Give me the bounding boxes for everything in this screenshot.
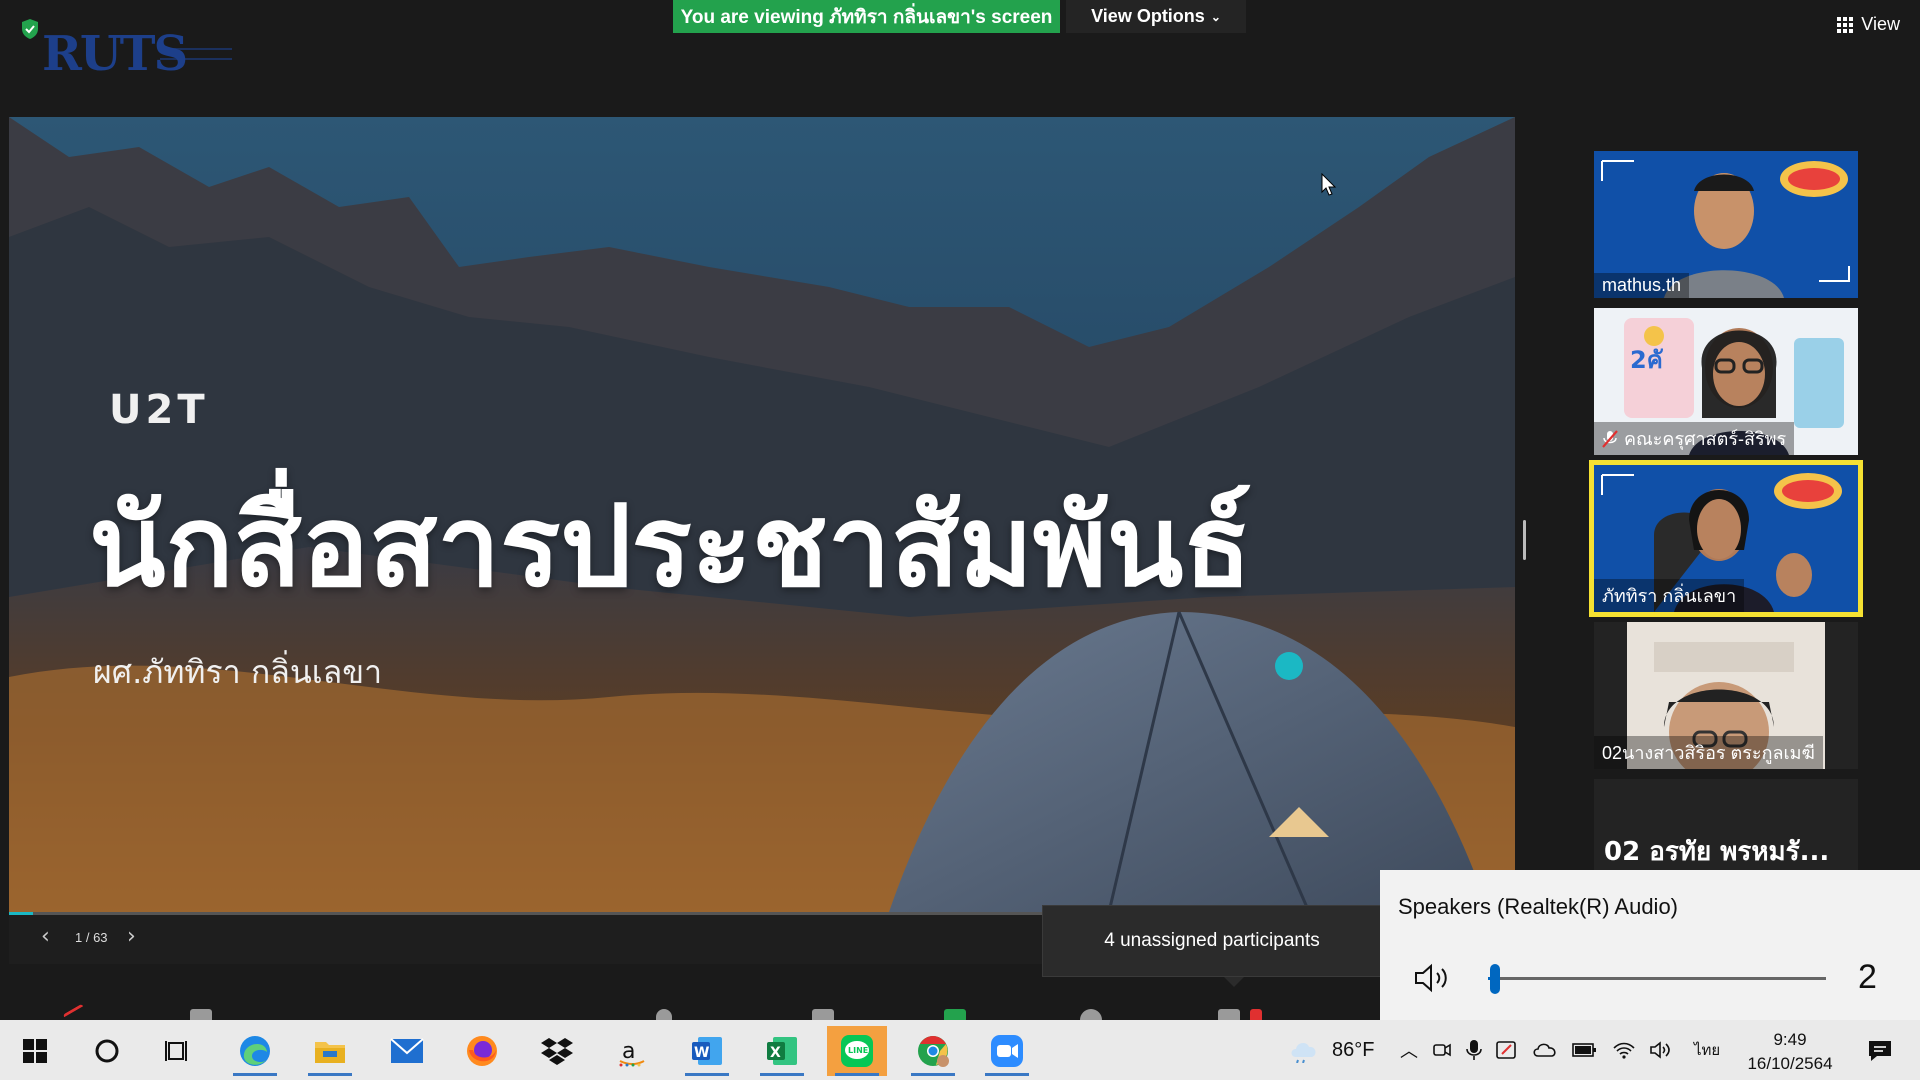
- view-options-button[interactable]: View Options ⌄: [1066, 0, 1246, 33]
- chevron-up-icon[interactable]: ︿: [1400, 1037, 1418, 1063]
- participant-name-label: mathus.th: [1594, 273, 1690, 298]
- input-language[interactable]: ไทย: [1694, 1038, 1720, 1062]
- zoom-icon: [991, 1035, 1023, 1067]
- clock-date: 16/10/2564: [1747, 1054, 1833, 1073]
- mail-icon: [390, 1038, 424, 1063]
- weather-temperature: 86°F: [1332, 1038, 1375, 1061]
- taskbar-word[interactable]: W: [677, 1026, 737, 1076]
- slide-subtitle: ผศ.ภัททิรา กลิ่นเลขา: [93, 653, 383, 691]
- taskbar-dropbox[interactable]: [527, 1026, 587, 1076]
- notification-icon: [1869, 1041, 1891, 1061]
- weather-cloud-icon: [1291, 1043, 1316, 1063]
- folder-icon: [315, 1042, 345, 1063]
- participant-tile[interactable]: 02 อรทัย พรหมรั...: [1594, 779, 1858, 871]
- zoom-window: RUTS You are viewing ภัททิรา กลิ่นเลขา's…: [0, 0, 1920, 1080]
- taskbar-firefox[interactable]: [452, 1026, 512, 1076]
- edge-icon: [240, 1036, 270, 1066]
- view-layout-button[interactable]: View: [1837, 14, 1900, 35]
- volume-tray-icon[interactable]: [1649, 1040, 1673, 1060]
- dropbox-icon: [541, 1038, 573, 1065]
- audio-device-name[interactable]: Speakers (Realtek(R) Audio): [1398, 894, 1678, 920]
- mouse-cursor-icon: [1321, 173, 1337, 196]
- slide-title: นักสื่อสารประชาสัมพันธ์: [89, 482, 1252, 612]
- weather-widget[interactable]: 86°F: [1288, 1020, 1374, 1080]
- volume-value: 2: [1858, 958, 1877, 996]
- system-tray: ︿ ไทย: [1400, 1020, 1720, 1080]
- excel-icon: X: [767, 1037, 797, 1065]
- taskbar-excel[interactable]: X: [752, 1026, 812, 1076]
- participant-name-placeholder: 02 อรทัย พรหมรั...: [1604, 837, 1830, 867]
- microphone-icon[interactable]: [1466, 1039, 1482, 1061]
- participant-tile[interactable]: 02นางสาวสิริอร ตระกูลเมฆี: [1594, 622, 1858, 769]
- laser-pointer-dot: [1275, 652, 1303, 680]
- windows-start-button[interactable]: [5, 1026, 65, 1076]
- task-view-button[interactable]: [148, 1026, 208, 1076]
- shared-screen[interactable]: U2T นักสื่อสารประชาสัมพันธ์ ผศ.ภัททิรา ก…: [9, 117, 1515, 912]
- taskbar-file-explorer[interactable]: [300, 1026, 360, 1076]
- toast-pointer: [1224, 977, 1244, 987]
- speaker-icon[interactable]: [1412, 962, 1452, 994]
- notification-center-button[interactable]: [1855, 1026, 1905, 1076]
- participant-tile[interactable]: mathus.th: [1594, 151, 1858, 298]
- taskbar-mail[interactable]: [377, 1026, 437, 1076]
- slide-counter: 1 / 63: [75, 930, 108, 945]
- meet-now-icon[interactable]: [1431, 1039, 1453, 1061]
- participant-tile[interactable]: 2คั คณะครุศาสตร์-สิริพร: [1594, 308, 1858, 455]
- panel-resize-handle[interactable]: [1523, 520, 1526, 560]
- chevron-right-icon[interactable]: ›: [127, 926, 136, 948]
- grid-icon: [1837, 16, 1854, 33]
- participant-name-label: 02นางสาวสิริอร ตระกูลเมฆี: [1594, 736, 1823, 769]
- amazon-icon: a: [619, 1039, 645, 1067]
- viewing-screen-banner: You are viewing ภัททิรา กลิ่นเลขา's scre…: [673, 0, 1060, 33]
- logo-subtext: [160, 48, 232, 60]
- participant-tile-active-speaker[interactable]: ภัททิรา กลิ่นเลขา: [1589, 460, 1863, 617]
- unassigned-participants-toast[interactable]: 4 unassigned participants: [1042, 905, 1382, 977]
- cortana-button[interactable]: [77, 1026, 137, 1076]
- word-icon: W: [692, 1037, 722, 1065]
- clock-time: 9:49: [1773, 1030, 1807, 1049]
- view-options-label: View Options: [1091, 6, 1205, 26]
- svg-text:X: X: [770, 1045, 781, 1061]
- pen-workspace-icon[interactable]: [1495, 1039, 1519, 1061]
- taskbar-edge[interactable]: [225, 1026, 285, 1076]
- view-layout-label: View: [1861, 14, 1900, 34]
- onedrive-cloud-icon[interactable]: [1532, 1040, 1558, 1060]
- taskbar-clock[interactable]: 9:49 16/10/2564: [1740, 1028, 1840, 1076]
- chevron-down-icon: ⌄: [1210, 9, 1221, 24]
- volume-slider-thumb[interactable]: [1489, 964, 1500, 994]
- slide-progress-fill: [9, 912, 34, 915]
- volume-flyout: Speakers (Realtek(R) Audio) 2: [1380, 870, 1920, 1020]
- participant-name-label: ภัททิรา กลิ่นเลขา: [1594, 579, 1745, 612]
- slide-brand: U2T: [109, 387, 209, 433]
- svg-text:W: W: [694, 1045, 709, 1061]
- volume-slider-track[interactable]: [1488, 977, 1826, 980]
- firefox-icon: [467, 1036, 497, 1066]
- wifi-icon[interactable]: [1612, 1040, 1636, 1060]
- chevron-left-icon[interactable]: ‹: [41, 926, 50, 948]
- task-view-icon: [165, 1041, 187, 1061]
- svg-text:a: a: [622, 1039, 635, 1064]
- cortana-circle-icon: [95, 1039, 119, 1063]
- taskbar-chrome[interactable]: [903, 1026, 963, 1076]
- windows-logo-icon: [23, 1039, 47, 1063]
- svg-text:LINE: LINE: [848, 1046, 868, 1055]
- battery-icon[interactable]: [1571, 1040, 1599, 1060]
- taskbar-amazon[interactable]: a: [602, 1026, 662, 1076]
- taskbar-zoom[interactable]: [977, 1026, 1037, 1076]
- taskbar-line[interactable]: LINE: [827, 1026, 887, 1076]
- windows-taskbar: a W X LINE 86°F ︿ ไทย 9:49 16/10/2564: [0, 1020, 1920, 1080]
- svg-text:2คั: 2คั: [1630, 346, 1664, 374]
- mic-muted-icon: [1602, 429, 1618, 448]
- chrome-icon: [918, 1036, 949, 1067]
- participant-name-label: คณะครุศาสตร์-สิริพร: [1594, 422, 1795, 455]
- security-shield-icon[interactable]: [20, 18, 40, 40]
- line-icon: LINE: [841, 1035, 873, 1067]
- ruts-logo: RUTS: [14, 14, 234, 82]
